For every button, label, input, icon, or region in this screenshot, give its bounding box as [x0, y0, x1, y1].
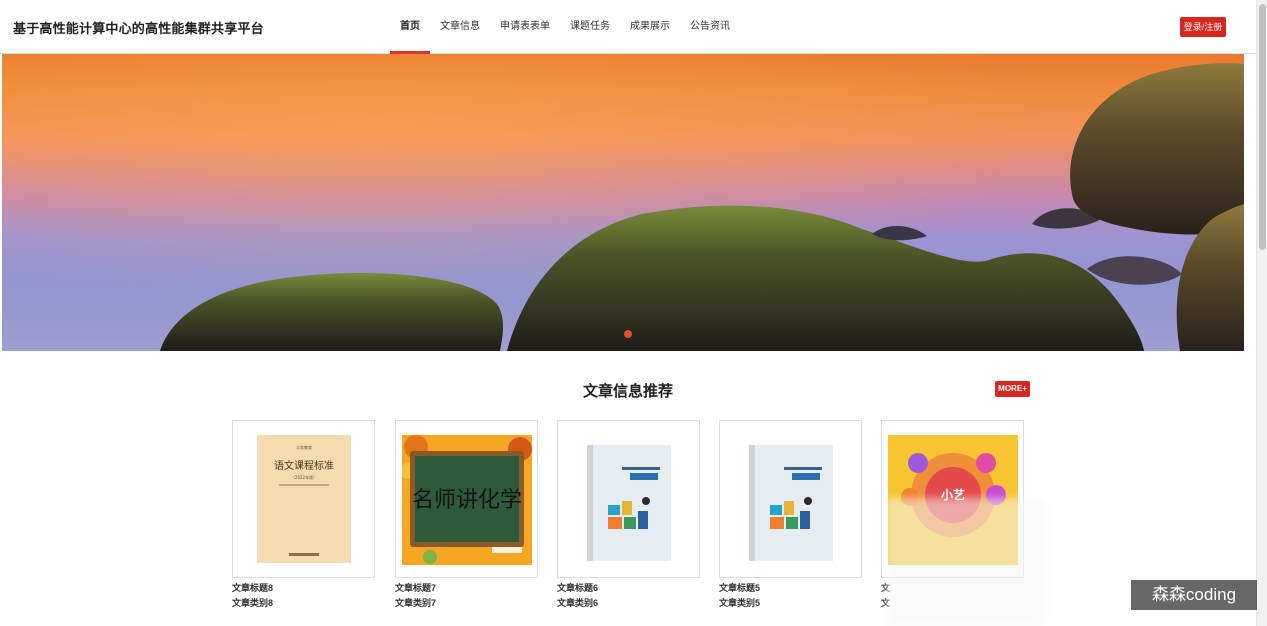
top-header: 基于高性能计算中心的高性能集群共享平台 首页 文章信息 申请表表单 课题任务 成…: [0, 0, 1256, 54]
watermark-label: 森森coding: [1131, 580, 1257, 610]
login-register-button[interactable]: 登录/注册: [1180, 17, 1226, 37]
article-card[interactable]: 文章标题6 文章类别6: [557, 420, 700, 612]
article-title: 文章标题8: [232, 583, 274, 593]
article-category: 文章类别6: [557, 598, 599, 608]
blur-overlay: [886, 498, 1046, 626]
nav-item-application-form[interactable]: 申请表表单: [490, 0, 560, 54]
article-category: 文章类别5: [719, 598, 761, 608]
article-card[interactable]: 名师讲化学 文章标题7 文章类别7: [395, 420, 538, 612]
article-cover-frame: [719, 420, 862, 578]
article-title: 文章标题5: [719, 583, 761, 593]
book-cover-image: [587, 445, 671, 561]
article-category: 文章类别7: [395, 598, 437, 608]
article-cover-frame: 义务教育 语文课程标准 （2022年版）: [232, 420, 375, 578]
svg-text:（2022年版）: （2022年版）: [291, 474, 317, 480]
article-category: 文章类别8: [232, 598, 274, 608]
carousel-indicator-dot[interactable]: [624, 330, 632, 338]
blackboard-cover-image: 名师讲化学: [402, 435, 532, 565]
more-button[interactable]: MORE+: [995, 381, 1030, 397]
scrollbar-thumb[interactable]: [1259, 4, 1266, 250]
hero-banner[interactable]: [2, 54, 1244, 351]
site-title: 基于高性能计算中心的高性能集群共享平台: [13, 21, 264, 36]
section-title: 文章信息推荐: [582, 383, 673, 400]
svg-text:义务教育: 义务教育: [296, 444, 312, 450]
svg-text:名师讲化学: 名师讲化学: [412, 488, 522, 513]
svg-text:语文课程标准: 语文课程标准: [274, 459, 334, 472]
nav-item-articles[interactable]: 文章信息: [430, 0, 490, 54]
article-card[interactable]: 文章标题5 文章类别5: [719, 420, 862, 612]
vertical-scrollbar[interactable]: [1256, 0, 1267, 626]
page: 基于高性能计算中心的高性能集群共享平台 首页 文章信息 申请表表单 课题任务 成…: [0, 0, 1267, 626]
book-cover-image: [749, 445, 833, 561]
nav-item-announcements[interactable]: 公告资讯: [680, 0, 740, 54]
book-cover-image: 义务教育 语文课程标准 （2022年版）: [257, 435, 351, 563]
nav-item-projects[interactable]: 课题任务: [560, 0, 620, 54]
article-cover-frame: 名师讲化学: [395, 420, 538, 578]
banner-rocks-image: [2, 63, 1244, 351]
article-title: 文章标题6: [557, 583, 599, 593]
article-cover-frame: [557, 420, 700, 578]
nav-item-achievements[interactable]: 成果展示: [620, 0, 680, 54]
main-nav: 首页 文章信息 申请表表单 课题任务 成果展示 公告资讯: [390, 0, 740, 54]
article-title: 文章标题7: [395, 583, 437, 593]
article-card[interactable]: 义务教育 语文课程标准 （2022年版） 文章标题8 文章类别8: [232, 420, 375, 612]
nav-item-home[interactable]: 首页: [390, 0, 430, 54]
